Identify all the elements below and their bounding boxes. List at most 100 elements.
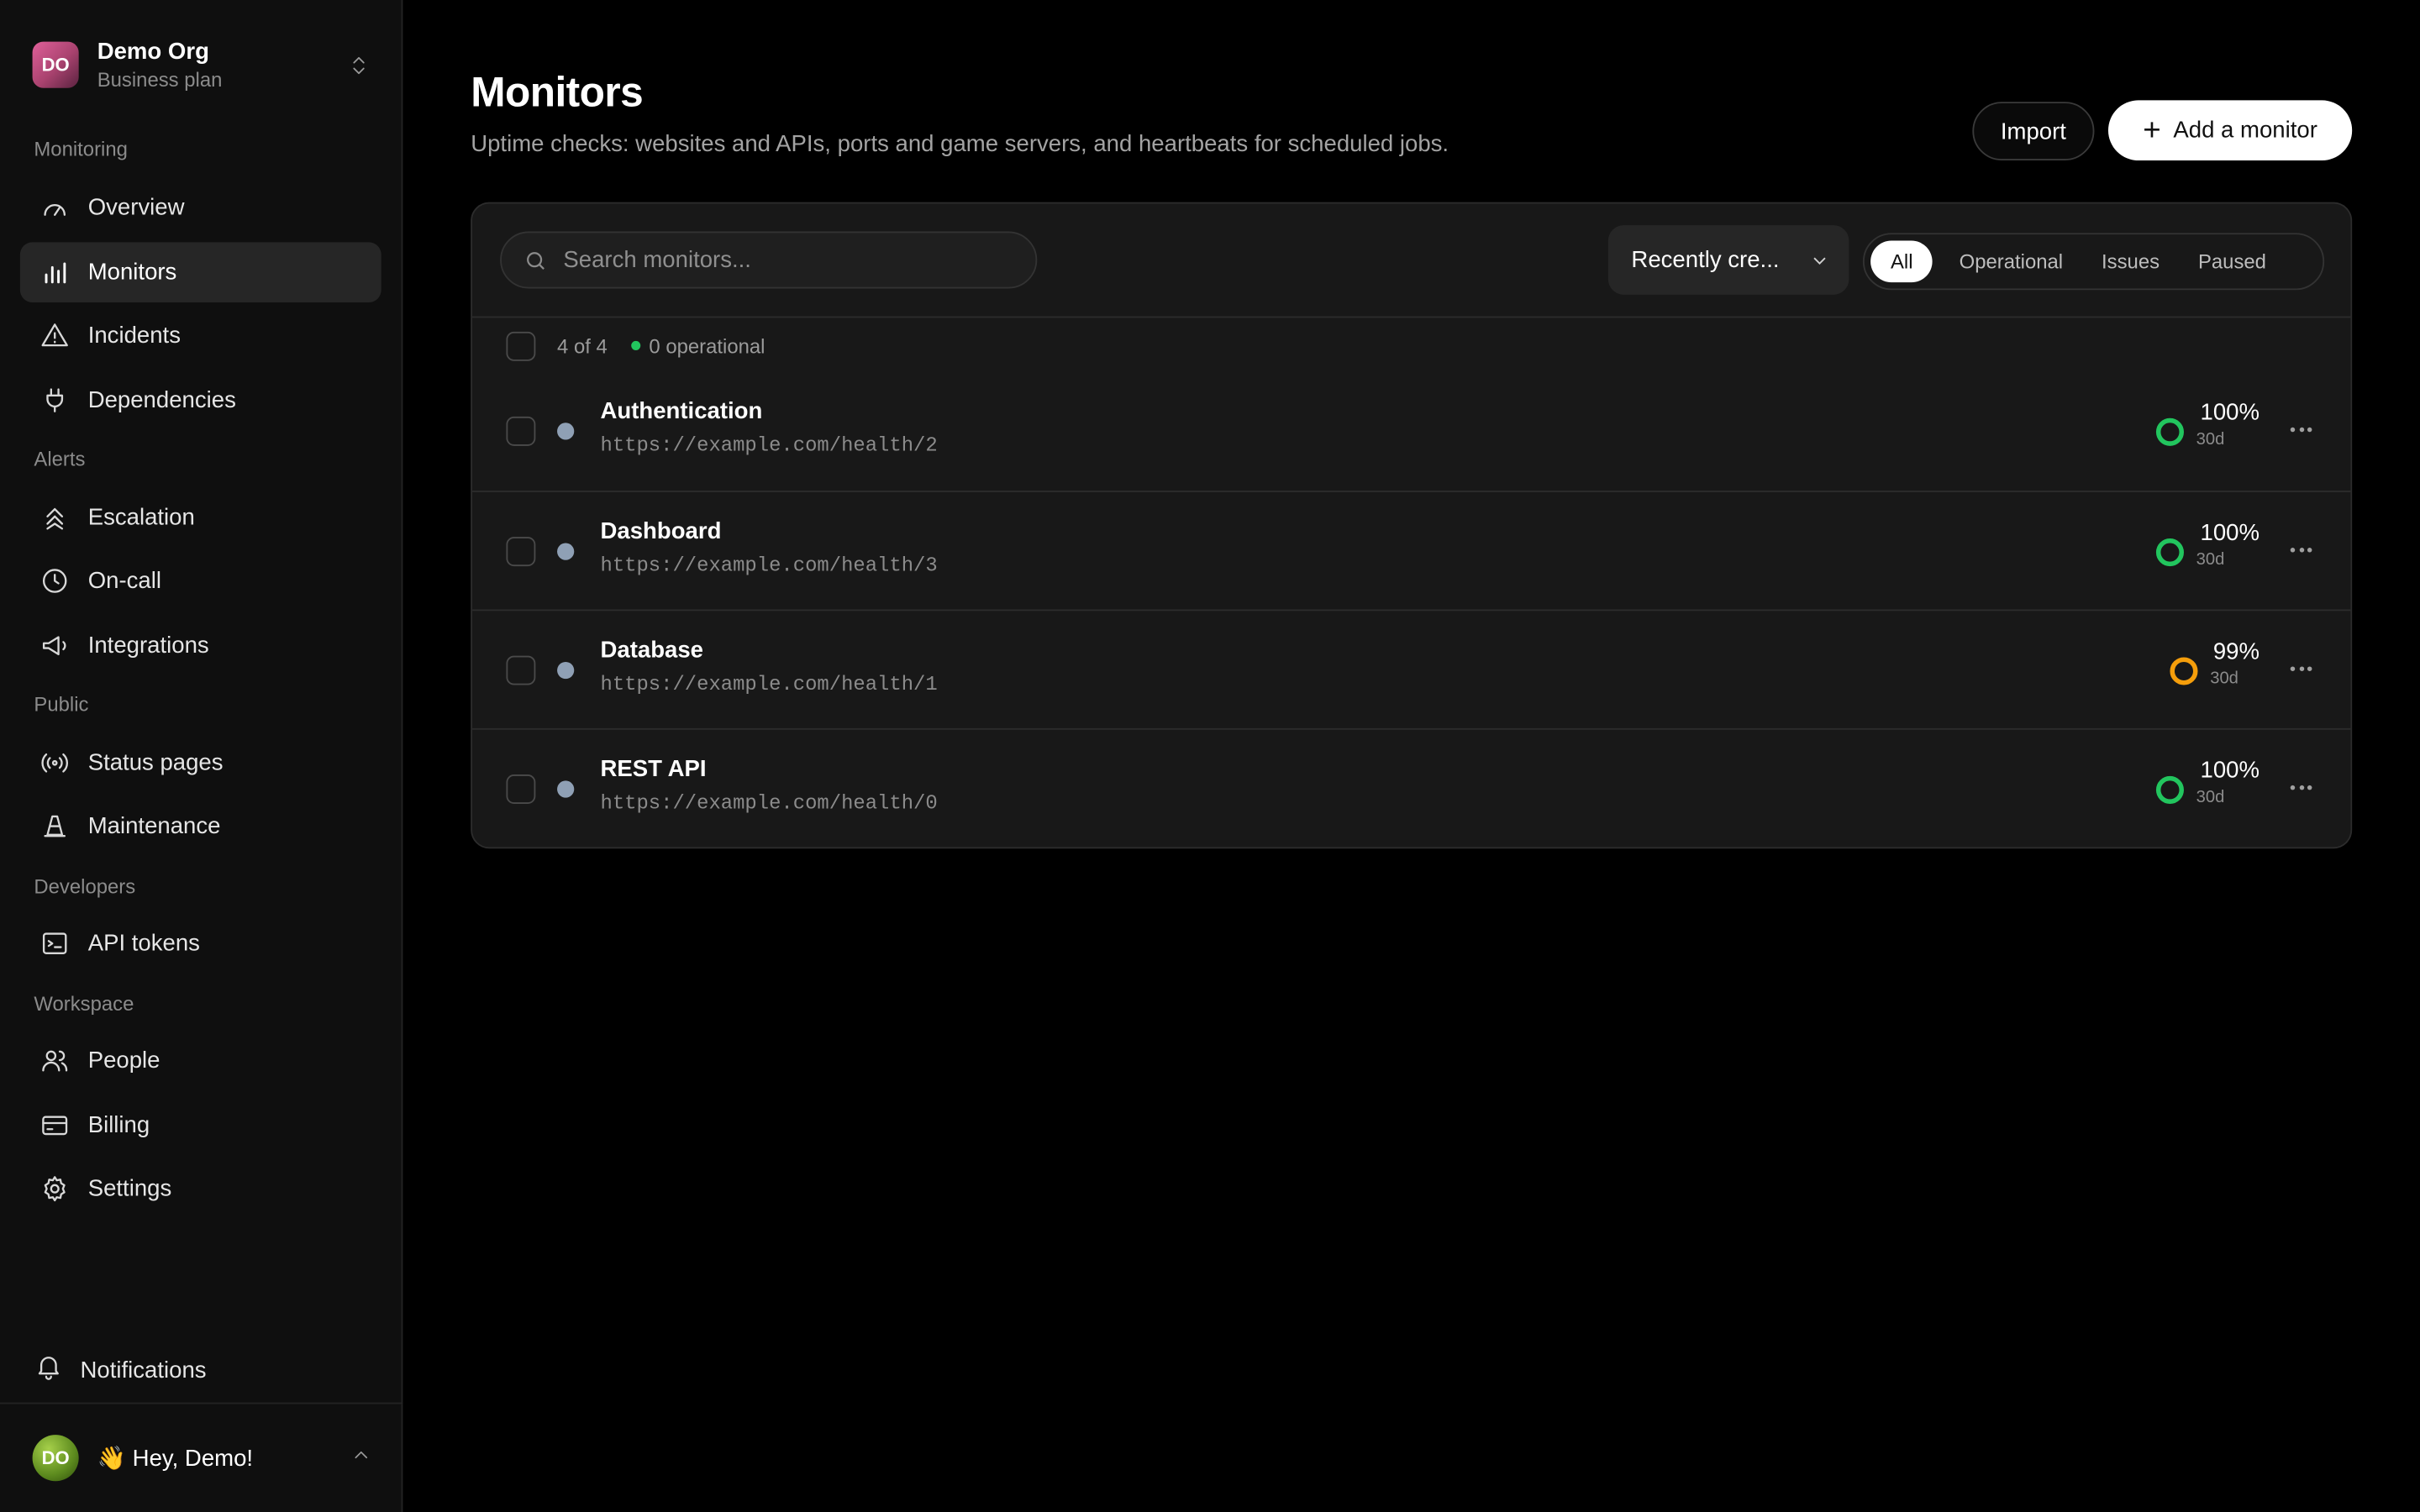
monitor-row[interactable]: REST API https://example.com/health/0 10…	[472, 727, 2351, 847]
sidebar-item-monitors[interactable]: Monitors	[19, 242, 381, 303]
row-checkbox[interactable]	[506, 537, 536, 567]
org-plan: Business plan	[97, 66, 223, 91]
megaphone-icon	[39, 630, 70, 661]
add-monitor-button[interactable]: + Add a monitor	[2107, 100, 2353, 161]
page-subtitle: Uptime checks: websites and APIs, ports …	[471, 131, 1449, 158]
sidebar-item-settings[interactable]: Settings	[20, 1158, 381, 1219]
sidebar-divider	[0, 1402, 403, 1404]
sidebar-item-label: Monitors	[87, 259, 177, 286]
page-title: Monitors	[471, 69, 644, 116]
sidebar-item-dependencies[interactable]: Dependencies	[20, 370, 381, 431]
org-switcher[interactable]: DO Demo Org Business plan	[32, 37, 372, 92]
status-dot	[557, 780, 575, 798]
sidebar-item-status-pages[interactable]: Status pages	[20, 732, 381, 793]
operational-count: 0 operational	[649, 333, 765, 358]
section-developers: Developers	[34, 874, 136, 898]
filter-issues[interactable]: Issues	[2085, 241, 2176, 283]
chevron-down-icon	[1813, 256, 1826, 265]
sidebar-item-label: On-call	[87, 567, 161, 595]
search-input[interactable]	[563, 246, 1012, 274]
monitor-name: Database	[600, 637, 704, 664]
filter-paused[interactable]: Paused	[2181, 241, 2283, 283]
section-monitoring: Monitoring	[34, 137, 128, 161]
sidebar-item-on-call[interactable]: On-call	[20, 551, 381, 612]
monitor-row[interactable]: Dashboard https://example.com/health/3 1…	[472, 491, 2351, 609]
broadcast-icon	[39, 748, 70, 779]
section-alerts: Alerts	[34, 447, 86, 471]
monitor-url: https://example.com/health/2	[600, 433, 938, 457]
sidebar-item-incidents[interactable]: Incidents	[20, 306, 381, 366]
sidebar-item-label: Billing	[87, 1112, 150, 1139]
sort-label: Recently cre...	[1631, 246, 1780, 274]
toolbar-divider	[472, 316, 2351, 318]
more-icon[interactable]	[2290, 785, 2316, 790]
select-all-checkbox[interactable]	[506, 330, 536, 360]
add-monitor-label: Add a monitor	[2173, 117, 2317, 144]
notifications-label: Notifications	[80, 1357, 207, 1383]
users-icon	[39, 1045, 70, 1076]
sidebar-item-overview[interactable]: Overview	[20, 177, 381, 238]
bell-icon	[34, 1352, 63, 1389]
import-button[interactable]: Import	[1972, 102, 2095, 161]
chevrons-up-down-icon	[345, 51, 372, 79]
notifications-button[interactable]: Notifications	[34, 1352, 207, 1389]
uptime-period: 30d	[2196, 550, 2225, 570]
status-dot	[557, 423, 575, 440]
monitor-url: https://example.com/health/3	[600, 554, 938, 577]
plug-icon	[39, 385, 70, 416]
status-dot	[557, 543, 575, 560]
plus-icon: +	[2143, 113, 2161, 148]
sidebar-item-maintenance[interactable]: Maintenance	[20, 796, 381, 857]
sidebar-item-billing[interactable]: Billing	[20, 1095, 381, 1156]
credit-card-icon	[39, 1110, 70, 1142]
sidebar-item-integrations[interactable]: Integrations	[20, 616, 381, 676]
sidebar-item-label: API tokens	[87, 930, 200, 957]
row-checkbox[interactable]	[506, 416, 536, 446]
sidebar-item-label: Incidents	[87, 322, 181, 349]
filter-all[interactable]: All	[1870, 240, 1933, 283]
sort-dropdown[interactable]: Recently cre...	[1607, 225, 1849, 295]
summary-row: 4 of 4 0 operational	[506, 330, 765, 361]
more-icon[interactable]	[2290, 548, 2316, 553]
user-avatar: DO	[32, 1435, 79, 1482]
uptime-percent: 100%	[2200, 519, 2260, 547]
uptime-percent: 100%	[2200, 399, 2260, 426]
org-name: Demo Org	[97, 38, 209, 65]
status-filter: All Operational Issues Paused	[1862, 233, 2325, 291]
sidebar-item-api-tokens[interactable]: API tokens	[20, 913, 381, 974]
traffic-cone-icon	[39, 811, 70, 842]
monitor-name: Authentication	[600, 397, 763, 425]
monitor-row[interactable]: Database https://example.com/health/1 99…	[472, 609, 2351, 728]
sidebar: DO Demo Org Business plan Monitoring Ove…	[0, 0, 403, 1512]
clock-icon	[39, 565, 70, 596]
monitor-count: 4 of 4	[557, 333, 608, 358]
sidebar-item-label: Status pages	[87, 749, 224, 776]
org-avatar: DO	[32, 41, 79, 88]
search-box[interactable]	[500, 231, 1038, 289]
uptime-period: 30d	[2196, 788, 2225, 807]
more-icon[interactable]	[2290, 427, 2316, 433]
chevrons-up-icon	[39, 502, 70, 533]
row-checkbox[interactable]	[506, 774, 536, 804]
search-icon	[527, 251, 544, 270]
more-icon[interactable]	[2290, 666, 2316, 671]
monitor-name: Dashboard	[600, 518, 722, 545]
monitors-panel: Recently cre... All Operational Issues P…	[471, 202, 2353, 849]
monitor-list: Authentication https://example.com/healt…	[472, 372, 2351, 848]
terminal-icon	[39, 928, 70, 959]
sidebar-item-label: Dependencies	[87, 387, 236, 414]
sidebar-item-label: Maintenance	[87, 812, 221, 840]
monitor-row[interactable]: Authentication https://example.com/healt…	[472, 372, 2350, 491]
section-workspace: Workspace	[34, 992, 134, 1016]
sidebar-item-label: Escalation	[87, 504, 195, 531]
monitor-url: https://example.com/health/1	[600, 672, 938, 696]
sidebar-item-escalation[interactable]: Escalation	[20, 487, 381, 548]
user-menu[interactable]: DO 👋 Hey, Demo!	[32, 1433, 372, 1483]
uptime-period: 30d	[2196, 430, 2225, 449]
filter-operational[interactable]: Operational	[1942, 241, 2080, 283]
gear-icon	[39, 1173, 70, 1205]
sidebar-item-people[interactable]: People	[20, 1031, 381, 1091]
uptime-ring-icon	[2170, 657, 2198, 685]
uptime-percent: 100%	[2200, 757, 2260, 785]
row-checkbox[interactable]	[506, 655, 536, 685]
